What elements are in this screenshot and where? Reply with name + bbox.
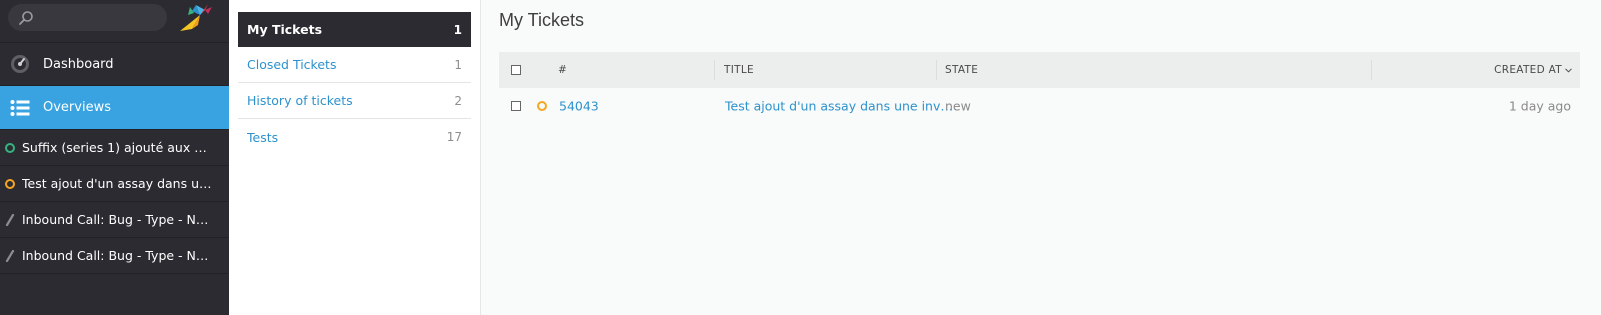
pencil-icon xyxy=(5,213,15,226)
nav-item-overviews[interactable]: Overviews xyxy=(0,86,229,130)
overview-label: My Tickets xyxy=(247,22,323,37)
column-header-label: CREATED AT xyxy=(1494,64,1562,76)
main-navigation: Dashboard Overviews Suffix (series 1) aj… xyxy=(0,0,229,315)
overview-item-closed-tickets[interactable]: Closed Tickets 1 xyxy=(238,47,471,83)
nav-item-label: Overviews xyxy=(43,100,111,115)
overview-label: History of tickets xyxy=(247,93,353,108)
pencil-icon xyxy=(5,249,15,262)
overview-count: 1 xyxy=(454,57,462,72)
table-row[interactable]: 54043 Test ajout d'un assay dans une inv… xyxy=(499,88,1580,124)
task-label: Inbound Call: Bug - Type - Name xyxy=(22,212,214,227)
column-header-state[interactable]: STATE xyxy=(945,64,978,76)
column-header-created-at[interactable]: CREATED AT xyxy=(1494,64,1572,76)
column-separator[interactable] xyxy=(714,60,715,80)
ticket-number-link[interactable]: 54043 xyxy=(559,99,599,114)
task-item[interactable]: Inbound Call: Bug - Type - Name xyxy=(0,202,229,238)
page-title: My Tickets xyxy=(499,10,585,30)
task-item[interactable]: Test ajout d'un assay dans une i… xyxy=(0,166,229,202)
ticket-created-at: 1 day ago xyxy=(1508,98,1571,114)
search-icon xyxy=(19,11,33,25)
overview-list: My Tickets 1 Closed Tickets 1 History of… xyxy=(229,0,481,315)
overview-count: 17 xyxy=(446,130,462,144)
ring-icon xyxy=(5,142,15,153)
list-icon xyxy=(10,99,30,116)
task-item[interactable]: Suffix (series 1) ajouté aux nom… xyxy=(0,130,229,166)
table-header: # TITLE STATE CREATED AT xyxy=(499,52,1580,88)
select-all-checkbox[interactable] xyxy=(511,65,521,75)
ticket-state: new xyxy=(945,98,971,114)
nav-item-label: Dashboard xyxy=(43,56,114,72)
overview-label: Closed Tickets xyxy=(247,57,337,72)
overview-label: Tests xyxy=(247,129,279,145)
overview-item-tests[interactable]: Tests 17 xyxy=(238,119,471,155)
column-header-number[interactable]: # xyxy=(558,64,567,76)
column-separator[interactable] xyxy=(936,60,937,80)
column-header-title[interactable]: TITLE xyxy=(724,64,754,76)
nav-top-bar xyxy=(0,0,229,43)
ticket-title-link[interactable]: Test ajout d'un assay dans une inv… xyxy=(725,99,953,114)
task-label: Suffix (series 1) ajouté aux nom… xyxy=(22,140,214,155)
nav-item-dashboard[interactable]: Dashboard xyxy=(0,43,229,86)
column-separator[interactable] xyxy=(1371,60,1372,80)
ring-icon xyxy=(5,178,15,189)
search-input[interactable] xyxy=(8,4,167,31)
main-content: My Tickets # TITLE STATE CREATED AT 5404… xyxy=(481,0,1601,315)
overview-count: 1 xyxy=(453,22,462,37)
app-logo[interactable] xyxy=(178,1,214,37)
overview-item-my-tickets[interactable]: My Tickets 1 xyxy=(238,12,471,47)
dashboard-icon xyxy=(11,55,29,73)
overview-item-history[interactable]: History of tickets 2 xyxy=(238,83,471,119)
status-ring-icon xyxy=(537,101,547,111)
task-label: Inbound Call: Bug - Type - Name xyxy=(22,248,214,263)
row-checkbox[interactable] xyxy=(511,101,521,111)
task-label: Test ajout d'un assay dans une i… xyxy=(22,176,214,191)
task-item[interactable]: Inbound Call: Bug - Type - Name xyxy=(0,238,229,274)
overview-count: 2 xyxy=(454,93,462,108)
tickets-table: # TITLE STATE CREATED AT 54043 Test ajou… xyxy=(499,52,1580,124)
chevron-down-icon xyxy=(1565,67,1572,73)
